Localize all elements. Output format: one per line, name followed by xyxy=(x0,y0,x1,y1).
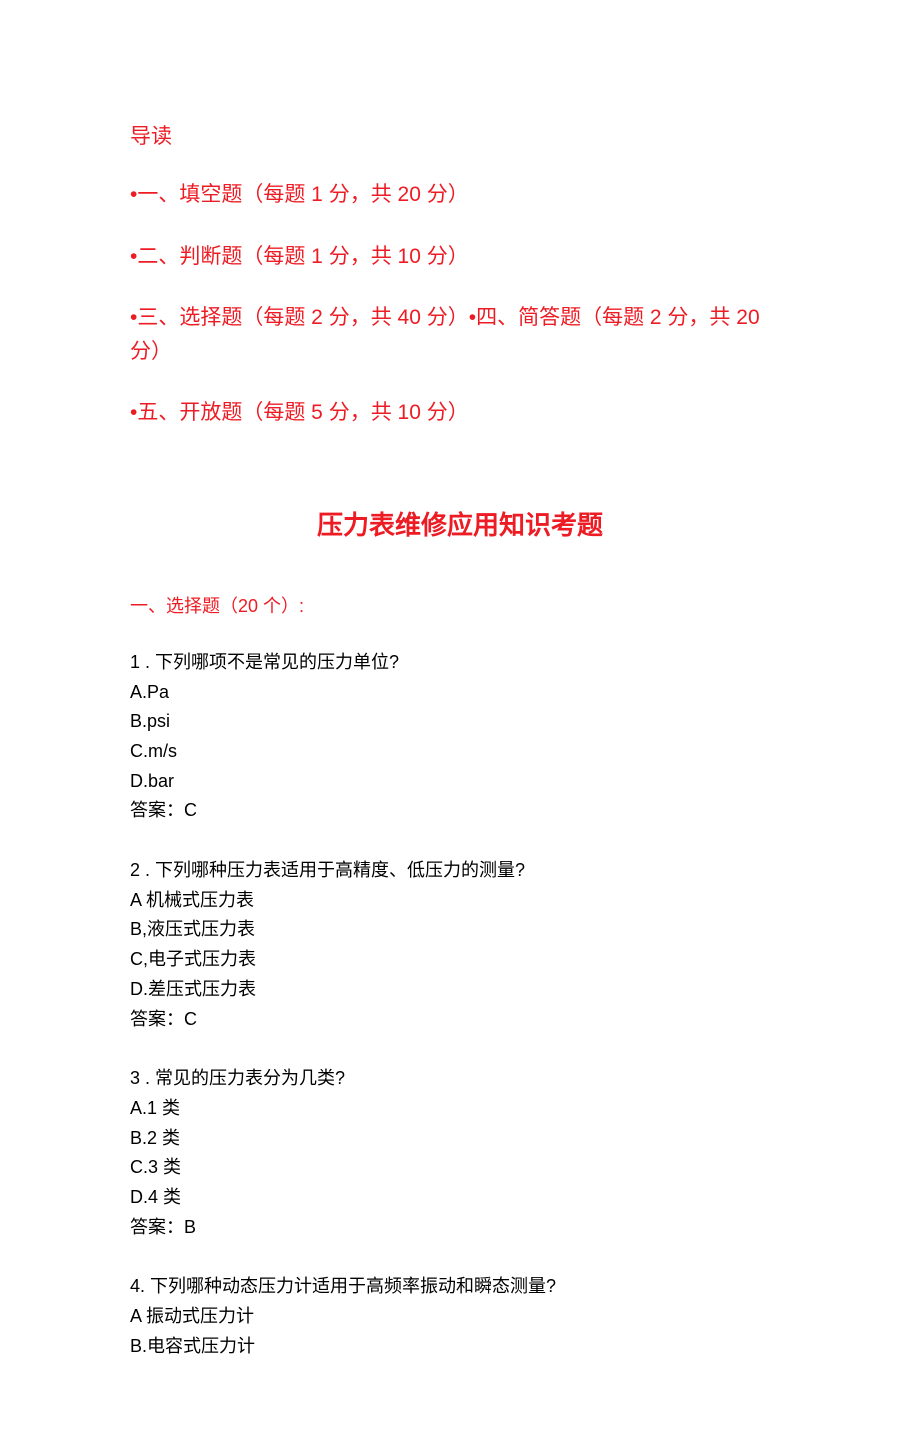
question-option: B.psi xyxy=(130,707,790,737)
question-stem: 4. 下列哪种动态压力计适用于高频率振动和瞬态测量? xyxy=(130,1272,790,1302)
nav-heading: 导读 xyxy=(130,120,790,150)
question-answer: 答案：C xyxy=(130,796,790,826)
question-answer: 答案：C xyxy=(130,1005,790,1035)
question-option: C.3 类 xyxy=(130,1153,790,1183)
question-answer: 答案：B xyxy=(130,1213,790,1243)
question-3: 3 . 常见的压力表分为几类? A.1 类 B.2 类 C.3 类 D.4 类 … xyxy=(130,1064,790,1242)
question-option: B,液压式压力表 xyxy=(130,915,790,945)
document-page: 导读 •一、填空题（每题 1 分，共 20 分） •二、判断题（每题 1 分，共… xyxy=(0,0,920,1451)
question-option: C,电子式压力表 xyxy=(130,945,790,975)
question-option: A 机械式压力表 xyxy=(130,886,790,916)
question-stem: 2 . 下列哪种压力表适用于高精度、低压力的测量? xyxy=(130,856,790,886)
question-option: B.2 类 xyxy=(130,1124,790,1154)
question-option: D.差压式压力表 xyxy=(130,975,790,1005)
question-stem: 3 . 常见的压力表分为几类? xyxy=(130,1064,790,1094)
main-title: 压力表维修应用知识考题 xyxy=(130,505,790,542)
question-2: 2 . 下列哪种压力表适用于高精度、低压力的测量? A 机械式压力表 B,液压式… xyxy=(130,856,790,1034)
question-option: A.Pa xyxy=(130,678,790,708)
question-option: D.4 类 xyxy=(130,1183,790,1213)
question-option: B.电容式压力计 xyxy=(130,1332,790,1362)
question-option: A.1 类 xyxy=(130,1094,790,1124)
nav-item-3: •三、选择题（每题 2 分，共 40 分）•四、简答题（每题 2 分，共 20 … xyxy=(130,301,790,368)
nav-item-2: •二、判断题（每题 1 分，共 10 分） xyxy=(130,240,790,274)
nav-item-1: •一、填空题（每题 1 分，共 20 分） xyxy=(130,178,790,212)
nav-item-4: •五、开放题（每题 5 分，共 10 分） xyxy=(130,396,790,430)
section-heading: 一、选择题（20 个）: xyxy=(130,592,790,618)
question-option: D.bar xyxy=(130,767,790,797)
question-stem: 1 . 下列哪项不是常见的压力单位? xyxy=(130,648,790,678)
question-option: A 振动式压力计 xyxy=(130,1302,790,1332)
question-4: 4. 下列哪种动态压力计适用于高频率振动和瞬态测量? A 振动式压力计 B.电容… xyxy=(130,1272,790,1361)
question-1: 1 . 下列哪项不是常见的压力单位? A.Pa B.psi C.m/s D.ba… xyxy=(130,648,790,826)
question-option: C.m/s xyxy=(130,737,790,767)
